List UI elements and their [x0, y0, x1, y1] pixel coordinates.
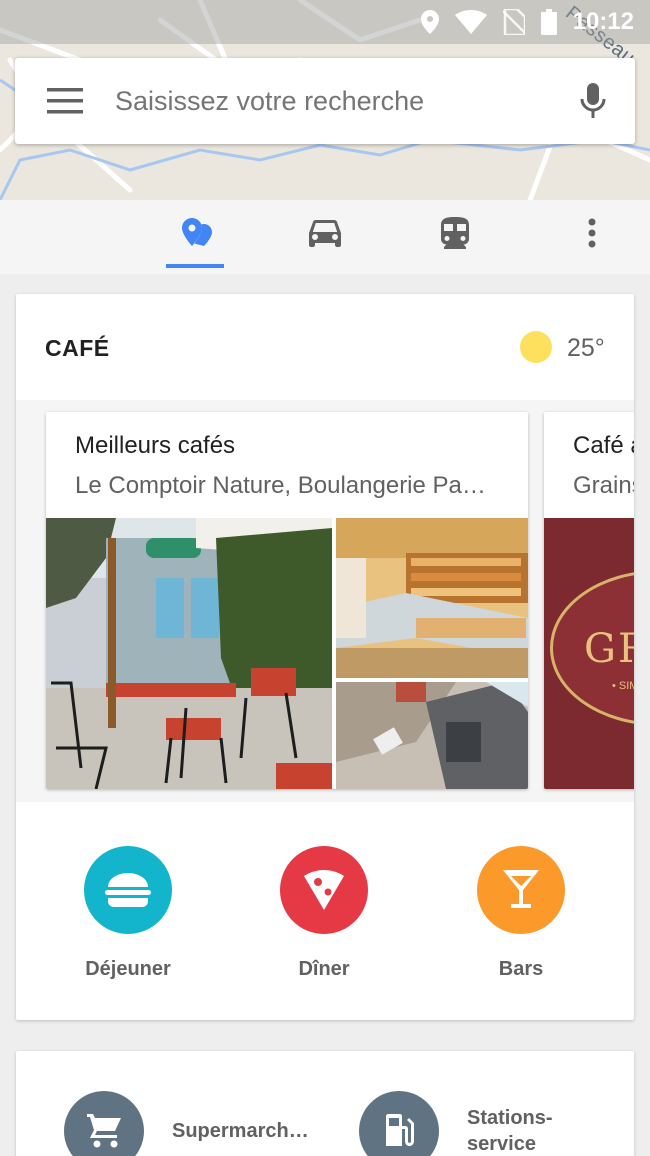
cafe-terrace-photo [46, 518, 332, 789]
wifi-icon [454, 10, 487, 34]
pizza-icon [280, 846, 368, 934]
category-shortcuts: Déjeuner Dîner Bars [16, 802, 634, 1020]
cocktail-icon [477, 846, 565, 934]
cart-icon [64, 1091, 144, 1156]
card-title: CAFÉ [45, 335, 110, 361]
tab-more[interactable] [560, 200, 624, 270]
burger-icon [84, 846, 172, 934]
menu-icon[interactable] [15, 58, 115, 144]
battery-icon [540, 9, 557, 35]
travel-mode-tabs [0, 200, 650, 274]
collection-title: Café à [573, 432, 634, 459]
service-supermarket[interactable]: Supermarch… [64, 1091, 309, 1156]
microphone-icon[interactable] [551, 58, 635, 144]
category-bars[interactable]: Bars [446, 846, 596, 981]
grains-logo-tagline: • SIMPLE [612, 680, 634, 692]
building-photo [336, 682, 528, 789]
service-gas-station[interactable]: Stations- service [359, 1091, 553, 1156]
category-label: Dîner [298, 958, 350, 980]
weather-temperature: 25° [567, 334, 605, 362]
explore-card: CAFÉ 25° Meilleurs cafés Le Comptoir Nat… [16, 294, 634, 1020]
service-label-line2: service [467, 1133, 536, 1155]
tab-explore[interactable] [166, 200, 230, 270]
no-sim-icon [502, 9, 525, 35]
search-bar[interactable] [15, 58, 635, 144]
card-header[interactable]: CAFÉ 25° [16, 294, 634, 400]
category-diner[interactable]: Dîner [249, 846, 399, 981]
collections-carousel[interactable]: Meilleurs cafés Le Comptoir Nature, Boul… [16, 400, 634, 802]
search-input[interactable] [115, 58, 551, 144]
collection-card[interactable]: Meilleurs cafés Le Comptoir Nature, Boul… [46, 412, 528, 789]
sun-icon [520, 331, 552, 363]
category-label: Déjeuner [85, 958, 171, 980]
services-card: Supermarch… Stations- service [16, 1051, 634, 1156]
car-icon [309, 219, 341, 252]
explore-pin-icon [182, 217, 214, 253]
service-label: Stations- service [467, 1105, 553, 1156]
gas-station-icon [359, 1091, 439, 1156]
more-vert-icon [588, 218, 596, 253]
bakery-photo [336, 518, 528, 678]
service-label: Supermarch… [172, 1120, 309, 1142]
train-icon [441, 216, 469, 254]
tab-transit[interactable] [423, 200, 487, 270]
collection-subtitle: Le Comptoir Nature, Boulangerie Pa… [75, 472, 486, 499]
category-dejeuner[interactable]: Déjeuner [53, 846, 203, 981]
status-time: 10:12 [572, 8, 634, 35]
grains-logo-text: GRA [584, 626, 634, 672]
tab-driving[interactable] [293, 200, 357, 270]
collection-subtitle: Grains [573, 472, 634, 499]
category-label: Bars [498, 958, 544, 980]
grains-logo-photo: GRA • SIMPLE [544, 518, 634, 789]
status-bar: 10:12 [0, 0, 650, 44]
service-label-line1: Stations- [467, 1107, 553, 1129]
location-icon [420, 10, 439, 34]
collection-card[interactable]: Café à Grains GRA • SIMPLE [544, 412, 634, 789]
collection-title: Meilleurs cafés [75, 432, 236, 459]
